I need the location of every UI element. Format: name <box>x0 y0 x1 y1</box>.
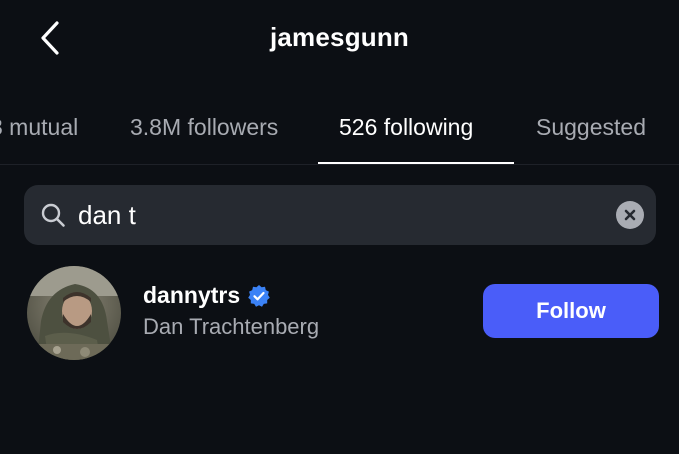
username-row: dannytrs <box>143 282 271 309</box>
avatar[interactable] <box>27 266 121 360</box>
screen: jamesgunn 3 mutual 3.8M followers 526 fo… <box>0 0 679 454</box>
tab-bar: 3 mutual 3.8M followers 526 following Su… <box>0 100 679 165</box>
tab-followers[interactable]: 3.8M followers <box>130 114 278 141</box>
clear-search-button[interactable] <box>616 201 644 229</box>
clear-icon <box>624 209 636 221</box>
full-name: Dan Trachtenberg <box>143 314 320 339</box>
verified-badge-icon <box>248 284 270 307</box>
search-bar <box>24 185 656 245</box>
active-tab-indicator <box>318 162 514 164</box>
header: jamesgunn <box>0 0 679 80</box>
tab-following[interactable]: 526 following <box>339 114 473 141</box>
avatar-image <box>27 266 121 360</box>
search-input[interactable] <box>78 185 598 245</box>
username[interactable]: dannytrs <box>143 282 240 309</box>
tab-suggested[interactable]: Suggested <box>536 114 646 141</box>
tab-mutual[interactable]: 3 mutual <box>0 114 78 141</box>
list-item[interactable]: dannytrs Dan Trachtenberg Follow <box>0 262 679 362</box>
page-title: jamesgunn <box>269 22 410 52</box>
follow-button[interactable]: Follow <box>483 284 659 338</box>
search-icon <box>41 203 65 227</box>
